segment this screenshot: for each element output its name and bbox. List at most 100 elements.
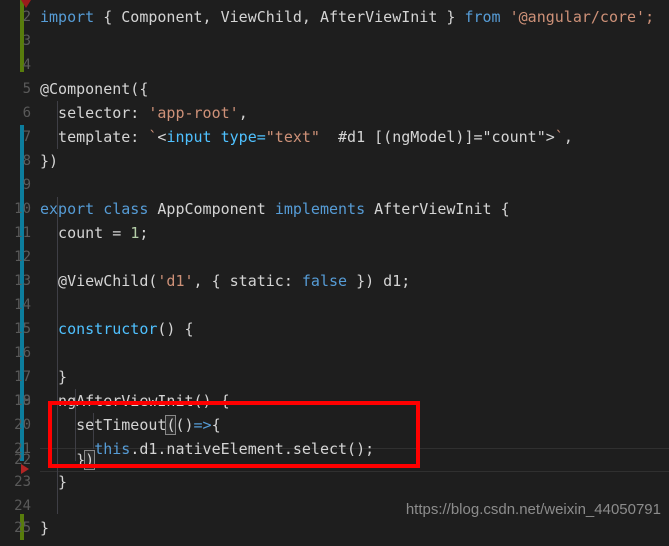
token-ngafterviewinit: ngAfterViewInit [40, 392, 194, 410]
line-number: 15 [14, 321, 31, 337]
token-comma: , [563, 128, 573, 146]
code-line-19[interactable]: 19 ngAfterViewInit() { [0, 389, 669, 413]
code-text: setTimeout(()=>{ [40, 413, 221, 437]
token-arrow: => [193, 416, 212, 434]
code-line-16[interactable]: 16 [0, 341, 669, 365]
bracket-match-close: ) [84, 450, 96, 470]
line-number: 16 [14, 345, 31, 361]
token-class: class [94, 200, 149, 218]
line-number: 3 [22, 33, 31, 49]
token-constructor: constructor [40, 320, 158, 338]
token-this: this [94, 440, 131, 458]
line-number: 9 [22, 177, 31, 193]
line-number: 24 [14, 498, 31, 514]
code-line-20[interactable]: 20 setTimeout(()=>{ [0, 413, 669, 437]
code-text: count = 1; [40, 221, 148, 245]
code-line-8[interactable]: 8 }) [0, 149, 669, 173]
code-text: }) [40, 152, 59, 170]
token-from: from [464, 8, 501, 26]
token-backtick-close: ` [554, 128, 564, 146]
code-text: } [40, 473, 68, 491]
token-viewchild-tail: }) d1; [347, 272, 411, 290]
code-line-10[interactable]: 10 export class AppComponent implements … [0, 197, 669, 221]
token-static-key: , { static: [193, 272, 302, 290]
token-type-value: "text" [265, 128, 320, 146]
code-line-14[interactable]: 14 [0, 293, 669, 317]
code-line-11[interactable]: 11 count = 1; [0, 221, 669, 245]
token-brace-open: { [211, 416, 221, 434]
fold-marker-bottom-icon[interactable] [21, 464, 29, 474]
token-gt: > [545, 128, 555, 146]
token-static-value: false [301, 272, 348, 290]
token-template-key: template: [40, 128, 149, 146]
code-line-2[interactable]: 2 import { Component, ViewChild, AfterVi… [0, 5, 669, 29]
line-number: 8 [22, 153, 31, 169]
code-text: selector: 'app-root', [40, 101, 248, 125]
token-brace-close: } [76, 451, 86, 469]
token-selector-value: 'app-root' [148, 104, 239, 122]
line-number: 10 [14, 201, 31, 217]
line-number: 11 [14, 225, 31, 241]
token-type-attr: type= [211, 128, 266, 146]
token-viewchild-decorator: @ViewChild( [40, 272, 158, 290]
code-text: import { Component, ViewChild, AfterView… [40, 5, 654, 29]
token-viewchild: ViewChild, [211, 8, 311, 26]
code-line-25[interactable]: 25 } [0, 516, 669, 540]
code-line-6[interactable]: 6 selector: 'app-root', [0, 101, 669, 125]
token-comma: , [238, 104, 248, 122]
line-number: 4 [22, 57, 31, 73]
token-count-name: count = [40, 224, 131, 242]
watermark-text: https://blog.csdn.net/weixin_44050791 [405, 501, 661, 518]
fold-marker-top-icon[interactable] [21, 0, 31, 8]
line-number: 23 [14, 474, 31, 490]
line-number: 6 [22, 105, 31, 121]
code-editor[interactable]: 2 import { Component, ViewChild, AfterVi… [0, 0, 669, 546]
token-select-chain: .d1.nativeElement.select(); [130, 440, 375, 458]
code-line-12[interactable]: 12 [0, 245, 669, 269]
token-ref-ngmodel: #d1 [(ngModel)]= [319, 128, 483, 146]
token-selector-key: selector: [40, 104, 149, 122]
code-line-7[interactable]: 7 template: `<input type="text" #d1 [(ng… [0, 125, 669, 149]
code-text: } [40, 368, 68, 386]
code-text: template: `<input type="text" #d1 [(ngMo… [40, 125, 573, 149]
line-number: 25 [14, 520, 31, 536]
code-line-15[interactable]: 15 constructor() { [0, 317, 669, 341]
token-arrow-params: () [175, 416, 194, 434]
code-line-5[interactable]: 5 @Component({ [0, 77, 669, 101]
token-component: Component, [121, 8, 212, 26]
token-semicolon: ; [139, 224, 149, 242]
line-number: 7 [22, 129, 31, 145]
line-number: 22 [14, 452, 31, 468]
token-brace-close: } [437, 8, 465, 26]
code-text: @Component({ [40, 77, 148, 101]
line-number: 17 [14, 369, 31, 385]
line-number: 2 [22, 9, 31, 25]
token-import: import [40, 8, 95, 26]
token-implements: implements [274, 200, 366, 218]
code-text: constructor() { [40, 317, 193, 341]
token-settimeout: setTimeout [76, 416, 167, 434]
code-line-9[interactable]: 9 [0, 173, 669, 197]
code-text: @ViewChild('d1', { static: false }) d1; [40, 269, 410, 293]
token-afterviewinit: AfterViewInit [310, 8, 438, 26]
code-text: ngAfterViewInit() { [40, 389, 230, 413]
line-number: 5 [22, 81, 31, 97]
token-ngafterviewinit-tail: () { [193, 392, 230, 410]
code-line-3[interactable]: 3 [0, 29, 669, 53]
token-interface: AfterViewInit { [365, 200, 510, 218]
token-class-name: AppComponent [148, 200, 275, 218]
token-module-path: '@angular/core'; [500, 8, 655, 26]
code-text: } [40, 519, 50, 537]
token-count-value: 1 [130, 224, 140, 242]
line-number: 14 [14, 297, 31, 313]
code-line-13[interactable]: 13 @ViewChild('d1', { static: false }) d… [0, 269, 669, 293]
code-line-23[interactable]: 23 } [0, 470, 669, 494]
line-number: 19 [14, 393, 31, 409]
code-line-17[interactable]: 17 } [0, 365, 669, 389]
code-line-4[interactable]: 4 [0, 53, 669, 77]
token-count-value: "count" [482, 128, 546, 146]
code-text: }) [40, 448, 96, 472]
line-number: 20 [14, 417, 31, 433]
